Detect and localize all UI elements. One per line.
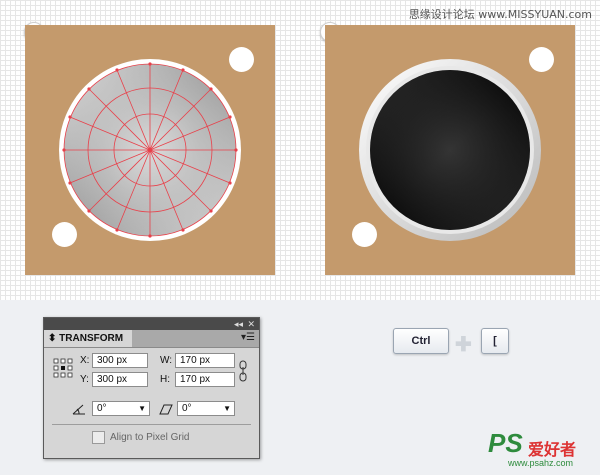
- panel-menu-icon[interactable]: ▾☰: [241, 332, 255, 343]
- dropdown-arrow-icon: ▼: [223, 404, 231, 413]
- site-logo-text: 爱好者: [528, 440, 577, 459]
- panel-divider: [52, 424, 251, 425]
- tab-transform[interactable]: ⬍ TRANSFORM: [44, 330, 132, 347]
- artboard-2[interactable]: [325, 25, 575, 275]
- h-label: H:: [160, 374, 170, 385]
- h-field[interactable]: 170 px: [175, 372, 235, 387]
- panel-tab-row: ⬍ TRANSFORM ▾☰: [44, 330, 259, 348]
- w-label: W:: [160, 355, 173, 366]
- shear-icon: [159, 404, 173, 415]
- y-field[interactable]: 300 px: [92, 372, 148, 387]
- plus-icon: ✚: [455, 334, 472, 356]
- close-icon[interactable]: ✕: [247, 318, 255, 330]
- rotate-icon: [72, 404, 85, 415]
- artboard-1[interactable]: [25, 25, 275, 275]
- x-label: X:: [80, 355, 90, 366]
- panel-titlebar[interactable]: ◂◂ ✕: [44, 318, 259, 330]
- shear-dropdown[interactable]: 0° ▼: [177, 401, 235, 416]
- align-to-pixel-grid-label: Align to Pixel Grid: [110, 432, 190, 443]
- rotate-dropdown[interactable]: 0° ▼: [92, 401, 150, 416]
- collapse-icon[interactable]: ◂◂: [234, 318, 243, 330]
- tab-arrows-icon: ⬍: [48, 333, 60, 344]
- ctrl-key: Ctrl: [393, 328, 449, 354]
- x-field[interactable]: 300 px: [92, 353, 148, 368]
- transform-panel: ◂◂ ✕ ⬍ TRANSFORM ▾☰ X: 300 px Y: 300 px …: [43, 317, 260, 459]
- watermark-text: 思缘设计论坛 www.MISSYUAN.com: [408, 8, 592, 21]
- dropdown-arrow-icon: ▼: [138, 404, 146, 413]
- dark-disc[interactable]: [325, 25, 575, 275]
- site-logo-url: www.psahz.com: [508, 458, 574, 468]
- y-label: Y:: [80, 374, 89, 385]
- reference-point-icon[interactable]: [53, 358, 73, 378]
- disc-dark-sheen: [370, 70, 530, 230]
- align-to-pixel-grid-checkbox[interactable]: [92, 431, 105, 444]
- constrain-proportions-icon[interactable]: [239, 360, 247, 382]
- bracket-key: [: [481, 328, 509, 354]
- w-field[interactable]: 170 px: [175, 353, 235, 368]
- metal-disc-with-mesh[interactable]: [25, 25, 275, 275]
- site-logo-ps: PS: [488, 428, 523, 458]
